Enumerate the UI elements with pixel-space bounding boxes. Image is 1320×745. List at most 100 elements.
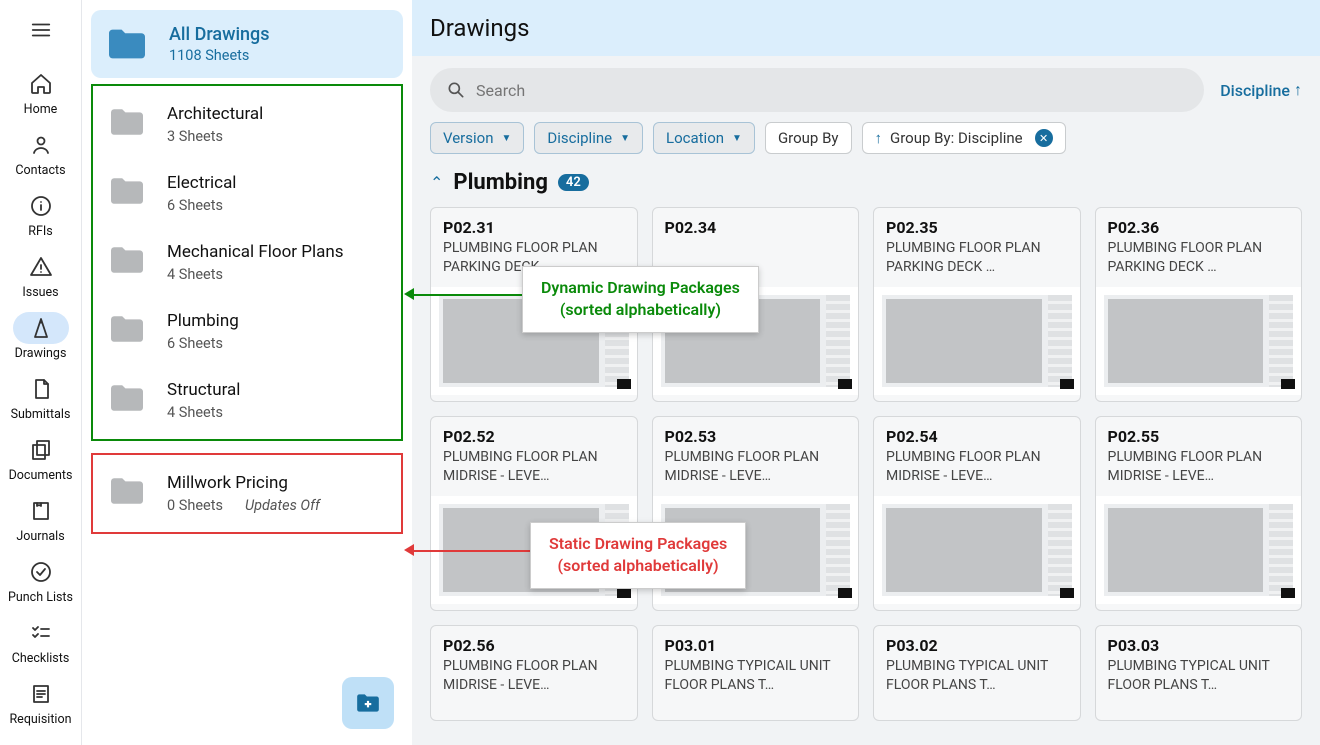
card-code: P02.52 — [443, 427, 625, 446]
drawing-card[interactable]: P02.56PLUMBING FLOOR PLAN MIDRISE - LEVE… — [430, 625, 638, 721]
rail-item-issues[interactable]: Issues — [7, 245, 75, 306]
arrow-head-icon — [404, 288, 414, 300]
rail-item-requisition[interactable]: Requisition — [7, 672, 75, 733]
chip-version[interactable]: Version▼ — [430, 122, 524, 154]
rail-label: Journals — [16, 529, 64, 544]
folder-icon — [107, 244, 147, 276]
all-drawings-sub: 1108 Sheets — [169, 47, 270, 64]
card-desc: PLUMBING FLOOR PLAN MIDRISE - LEVE… — [443, 657, 625, 695]
copy-icon — [29, 438, 53, 462]
search-field[interactable] — [430, 68, 1204, 112]
folder-icon — [107, 175, 147, 207]
package-item[interactable]: Millwork Pricing 0 SheetsUpdates Off — [93, 459, 401, 528]
discipline-sort[interactable]: Discipline ↑ — [1220, 80, 1302, 100]
card-desc: PLUMBING TYPICAL UNIT FLOOR PLANS T… — [886, 657, 1068, 695]
rail-item-home[interactable]: Home — [7, 62, 75, 123]
arrow-up-icon: ↑ — [1294, 80, 1302, 100]
drawing-card[interactable]: P02.55PLUMBING FLOOR PLAN MIDRISE - LEVE… — [1095, 416, 1303, 611]
rail-label: Checklists — [12, 651, 70, 666]
package-name: Millwork Pricing — [167, 473, 320, 493]
rail-item-rfis[interactable]: RFIs — [7, 184, 75, 245]
rail-item-drawings[interactable]: Drawings — [7, 306, 75, 367]
drawing-card[interactable]: P03.03PLUMBING TYPICAL UNIT FLOOR PLANS … — [1095, 625, 1303, 721]
package-name: Electrical — [167, 173, 236, 193]
package-sub: 0 SheetsUpdates Off — [167, 497, 320, 514]
package-item[interactable]: Structural 4 Sheets — [93, 366, 401, 435]
check-icon — [29, 560, 53, 584]
card-code: P02.31 — [443, 218, 625, 237]
card-thumb — [874, 496, 1080, 604]
callout-static: Static Drawing Packages (sorted alphabet… — [530, 522, 746, 589]
rail-item-submittals[interactable]: Submittals — [7, 367, 75, 428]
hamburger-icon — [30, 19, 52, 41]
package-item[interactable]: Architectural3 Sheets — [93, 90, 401, 159]
arrow-up-icon: ↑ — [875, 129, 883, 147]
card-code: P02.55 — [1108, 427, 1290, 446]
doc-icon — [29, 377, 53, 401]
compass-icon — [29, 316, 53, 340]
card-code: P03.03 — [1108, 636, 1290, 655]
rail-label: Contacts — [15, 163, 65, 178]
rail-item-journals[interactable]: Journals — [7, 489, 75, 550]
card-desc: PLUMBING FLOOR PLAN MIDRISE - LEVE… — [886, 448, 1068, 486]
package-item[interactable]: Mechanical Floor Plans4 Sheets — [93, 228, 401, 297]
search-input[interactable] — [476, 81, 1188, 100]
toolbar: Discipline ↑ Version▼ Discipline▼ Locati… — [412, 56, 1320, 162]
package-name: Plumbing — [167, 311, 239, 331]
folder-icon — [107, 106, 147, 138]
rail-item-documents[interactable]: Documents — [7, 428, 75, 489]
rail-label: Documents — [9, 468, 73, 483]
rail-item-checklists[interactable]: Checklists — [7, 611, 75, 672]
rail-label: Drawings — [15, 346, 67, 361]
checklist-icon — [29, 621, 53, 645]
package-sub: 4 Sheets — [167, 266, 344, 283]
chip-groupby[interactable]: Group By — [765, 122, 852, 154]
group-name: Plumbing — [453, 170, 547, 195]
rail-label: Punch Lists — [8, 590, 73, 605]
add-package-button[interactable] — [342, 677, 394, 729]
drawing-card[interactable]: P03.01PLUMBING TYPICAIL UNIT FLOOR PLANS… — [652, 625, 860, 721]
journal-icon — [29, 499, 53, 523]
card-code: P02.53 — [665, 427, 847, 446]
page-header: Drawings — [412, 0, 1320, 56]
chip-groupby-active[interactable]: ↑Group By: Discipline✕ — [862, 122, 1066, 154]
package-sub: 4 Sheets — [167, 404, 240, 421]
card-code: P03.02 — [886, 636, 1068, 655]
drawing-card[interactable]: P02.35PLUMBING FLOOR PLAN PARKING DECK … — [873, 207, 1081, 402]
all-drawings-card[interactable]: All Drawings 1108 Sheets — [91, 10, 403, 78]
package-name: Structural — [167, 380, 240, 400]
filter-chips: Version▼ Discipline▼ Location▼ Group By … — [430, 122, 1302, 154]
folder-plus-icon — [355, 692, 381, 714]
package-sub: 6 Sheets — [167, 197, 236, 214]
rail-label: Home — [24, 102, 58, 117]
hamburger-menu[interactable] — [21, 10, 61, 50]
rail-label: RFIs — [28, 224, 52, 239]
folder-icon — [107, 475, 147, 507]
close-icon[interactable]: ✕ — [1035, 129, 1053, 147]
main-content: Drawings Discipline ↑ Version▼ Disciplin… — [412, 0, 1320, 745]
drawing-card[interactable]: P02.54 PLUMBING FLOOR PLAN MIDRISE - LEVE… — [873, 416, 1081, 611]
package-item[interactable]: Electrical 6 Sheets — [93, 159, 401, 228]
chip-discipline[interactable]: Discipline▼ — [534, 122, 643, 154]
chevron-up-icon[interactable]: ⌃ — [430, 173, 443, 192]
card-desc: PLUMBING FLOOR PLAN MIDRISE - LEVE… — [665, 448, 847, 486]
warn-icon — [29, 255, 53, 279]
package-item[interactable]: Plumbing6 Sheets — [93, 297, 401, 366]
card-desc: PLUMBING FLOOR PLAN MIDRISE - LEVE… — [443, 448, 625, 486]
side-panel: All Drawings 1108 Sheets Architectural3 … — [82, 0, 412, 745]
drawing-card[interactable]: P02.36PLUMBING FLOOR PLAN PARKING DECK … — [1095, 207, 1303, 402]
chip-location[interactable]: Location▼ — [653, 122, 755, 154]
rail-item-punch-lists[interactable]: Punch Lists — [7, 550, 75, 611]
callout-arrow — [412, 294, 522, 296]
nav-rail: Home Contacts RFIs Issues Drawings Submittals… — [0, 0, 82, 745]
rail-item-contacts[interactable]: Contacts — [7, 123, 75, 184]
drawing-card[interactable]: P03.02 PLUMBING TYPICAL UNIT FLOOR PLANS … — [873, 625, 1081, 721]
card-code: P02.54 — [886, 427, 1068, 446]
rail-label: Submittals — [11, 407, 71, 422]
arrow-head-icon — [404, 544, 414, 556]
card-thumb — [874, 287, 1080, 395]
callout-dynamic: Dynamic Drawing Packages (sorted alphabe… — [522, 266, 759, 333]
card-thumb — [1096, 287, 1302, 395]
card-desc: PLUMBING TYPICAIL UNIT FLOOR PLANS T… — [665, 657, 847, 695]
folder-open-icon — [105, 26, 149, 62]
